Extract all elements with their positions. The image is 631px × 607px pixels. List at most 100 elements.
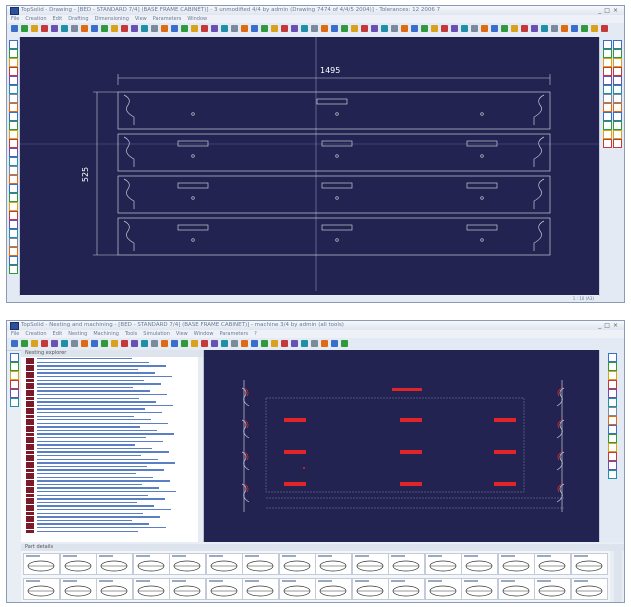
toolbar-tool-icon[interactable]	[391, 25, 398, 32]
side-tool-icon[interactable]	[9, 175, 18, 184]
toolbar-tool-icon[interactable]	[261, 340, 268, 347]
toolbar-tool-icon[interactable]	[51, 340, 58, 347]
menu-item-parameters[interactable]: Parameters	[153, 16, 182, 22]
part-thumbnail[interactable]	[23, 578, 60, 600]
side-tool-icon[interactable]	[10, 353, 19, 362]
toolbar-tool-icon[interactable]	[41, 340, 48, 347]
menu-item-machining[interactable]: Machining	[93, 331, 119, 337]
side-tool-icon[interactable]	[9, 112, 18, 121]
toolbar-tool-icon[interactable]	[31, 340, 38, 347]
side-tool-icon[interactable]	[9, 85, 18, 94]
toolbar-tool-icon[interactable]	[81, 340, 88, 347]
tree-scrollbar[interactable]	[198, 357, 203, 542]
toolbar-tool-icon[interactable]	[71, 340, 78, 347]
toolbar-tool-icon[interactable]	[81, 25, 88, 32]
side-tool-icon[interactable]	[603, 112, 612, 121]
side-tool-icon[interactable]	[613, 121, 622, 130]
toolbar-tool-icon[interactable]	[121, 340, 128, 347]
side-tool-icon[interactable]	[608, 398, 617, 407]
part-thumbnail[interactable]	[59, 553, 97, 575]
toolbar-tool-icon[interactable]	[191, 25, 198, 32]
toolbar-tool-icon[interactable]	[241, 25, 248, 32]
side-tool-icon[interactable]	[9, 130, 18, 139]
toolbar-tool-icon[interactable]	[491, 25, 498, 32]
window-controls[interactable]: _□×	[598, 6, 621, 15]
toolbar-tool-icon[interactable]	[571, 25, 578, 32]
side-tool-icon[interactable]	[603, 67, 612, 76]
toolbar-tool-icon[interactable]	[481, 25, 488, 32]
nesting-canvas[interactable]	[204, 350, 599, 542]
toolbar-tool-icon[interactable]	[311, 340, 318, 347]
side-tool-icon[interactable]	[9, 103, 18, 112]
part-thumbnail[interactable]	[169, 553, 206, 575]
toolbar-tool-icon[interactable]	[151, 340, 158, 347]
side-tool-icon[interactable]	[613, 58, 622, 67]
menu-item-simulation[interactable]: Simulation	[143, 331, 170, 337]
toolbar-tool-icon[interactable]	[171, 25, 178, 32]
menu-item-edit[interactable]: Edit	[53, 16, 63, 22]
toolbar-tool-icon[interactable]	[451, 25, 458, 32]
part-thumbnail[interactable]	[388, 578, 425, 600]
toolbar-tool-icon[interactable]	[431, 25, 438, 32]
menu-item-parameters[interactable]: Parameters	[220, 331, 249, 337]
toolbar-tool-icon[interactable]	[181, 340, 188, 347]
menu-item-file[interactable]: File	[11, 331, 19, 337]
menu-item-window[interactable]: Window	[187, 16, 207, 22]
menu-item-view[interactable]: View	[135, 16, 147, 22]
toolbar-tool-icon[interactable]	[101, 25, 108, 32]
side-tool-icon[interactable]	[10, 371, 19, 380]
toolbar-tool-icon[interactable]	[591, 25, 598, 32]
side-tool-icon[interactable]	[603, 103, 612, 112]
side-tool-icon[interactable]	[613, 40, 622, 49]
side-tool-icon[interactable]	[9, 139, 18, 148]
side-tool-icon[interactable]	[608, 425, 617, 434]
side-tool-icon[interactable]	[603, 94, 612, 103]
side-tool-icon[interactable]	[603, 40, 612, 49]
menu-item-dimensioning[interactable]: Dimensioning	[95, 16, 129, 22]
part-thumbnail[interactable]	[205, 553, 243, 575]
toolbar-tool-icon[interactable]	[331, 340, 338, 347]
toolbar-tool-icon[interactable]	[291, 25, 298, 32]
side-tool-icon[interactable]	[10, 362, 19, 371]
side-tool-icon[interactable]	[9, 265, 18, 274]
side-tool-icon[interactable]	[603, 85, 612, 94]
side-tool-icon[interactable]	[9, 49, 18, 58]
menu-item-tools[interactable]: Tools	[125, 331, 137, 337]
side-tool-icon[interactable]	[9, 121, 18, 130]
toolbar-tool-icon[interactable]	[131, 340, 138, 347]
toolbar-tool-icon[interactable]	[141, 25, 148, 32]
toolbar-tool-icon[interactable]	[111, 25, 118, 32]
toolbar-tool-icon[interactable]	[181, 25, 188, 32]
toolbar-tool-icon[interactable]	[461, 25, 468, 32]
part-thumbnail[interactable]	[497, 578, 535, 600]
toolbar-tool-icon[interactable]	[501, 25, 508, 32]
toolbar-tool-icon[interactable]	[51, 25, 58, 32]
toolbar-tool-icon[interactable]	[21, 340, 28, 347]
toolbar-tool-icon[interactable]	[221, 340, 228, 347]
part-thumbnail[interactable]	[132, 578, 170, 600]
side-tool-icon[interactable]	[608, 389, 617, 398]
side-tool-icon[interactable]	[10, 398, 19, 407]
toolbar-tool-icon[interactable]	[271, 25, 278, 32]
part-thumbnail[interactable]	[59, 578, 97, 600]
toolbar-tool-icon[interactable]	[371, 25, 378, 32]
toolbar-tool-icon[interactable]	[231, 340, 238, 347]
toolbar-tool-icon[interactable]	[301, 340, 308, 347]
toolbar-tool-icon[interactable]	[341, 340, 348, 347]
side-tool-icon[interactable]	[9, 76, 18, 85]
part-thumbnail[interactable]	[388, 553, 425, 575]
part-thumbnail[interactable]	[351, 553, 389, 575]
side-tool-icon[interactable]	[608, 353, 617, 362]
toolbar-tool-icon[interactable]	[251, 25, 258, 32]
toolbar-tool-icon[interactable]	[321, 25, 328, 32]
toolbar-tool-icon[interactable]	[41, 25, 48, 32]
part-thumbnail[interactable]	[315, 578, 352, 600]
part-thumbnail[interactable]	[315, 553, 352, 575]
side-tool-icon[interactable]	[9, 229, 18, 238]
side-tool-icon[interactable]	[9, 247, 18, 256]
part-thumbnail[interactable]	[23, 553, 60, 575]
part-thumbnail[interactable]	[461, 553, 498, 575]
side-tool-icon[interactable]	[9, 67, 18, 76]
side-tool-icon[interactable]	[9, 58, 18, 67]
part-thumbnail[interactable]	[242, 553, 279, 575]
